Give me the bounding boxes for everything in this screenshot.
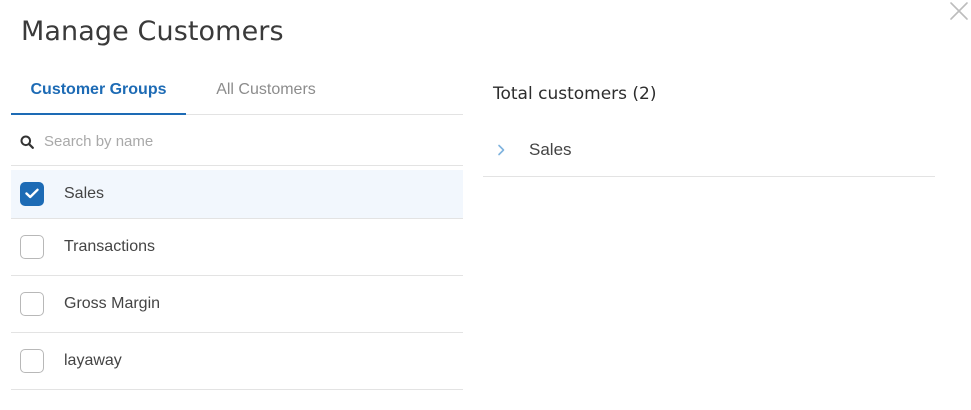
search-input[interactable] — [44, 129, 444, 153]
group-checkbox-transactions[interactable] — [20, 235, 44, 259]
dialog-title: Manage Customers — [21, 16, 284, 47]
tab-all-customers[interactable]: All Customers — [186, 66, 346, 114]
group-label: Sales — [64, 185, 105, 202]
search-icon — [20, 135, 34, 149]
check-icon — [25, 188, 39, 199]
group-item-layaway[interactable]: layaway — [11, 333, 463, 390]
selected-group-label: Sales — [529, 140, 572, 159]
tab-bar: Customer Groups All Customers — [11, 66, 463, 115]
group-item-sales[interactable]: Sales — [11, 170, 463, 219]
group-label: Gross Margin — [64, 295, 161, 312]
close-button[interactable] — [948, 0, 970, 22]
close-icon — [950, 2, 968, 20]
group-list: Sales Transactions Gross Margin layaway — [11, 170, 463, 390]
tab-customer-groups[interactable]: Customer Groups — [11, 66, 186, 115]
group-label: Transactions — [64, 238, 155, 255]
chevron-right-icon[interactable] — [497, 144, 506, 156]
group-item-gross-margin[interactable]: Gross Margin — [11, 276, 463, 333]
group-checkbox-sales[interactable] — [20, 182, 44, 206]
total-customers-label: Total customers (2) — [493, 84, 657, 104]
selected-group-row-sales[interactable]: Sales — [483, 126, 935, 177]
search-bar — [11, 115, 463, 166]
group-checkbox-gross-margin[interactable] — [20, 292, 44, 316]
group-item-transactions[interactable]: Transactions — [11, 219, 463, 276]
group-checkbox-layaway[interactable] — [20, 349, 44, 373]
customer-groups-panel: Customer Groups All Customers Sales — [11, 66, 463, 390]
group-label: layaway — [64, 352, 122, 369]
